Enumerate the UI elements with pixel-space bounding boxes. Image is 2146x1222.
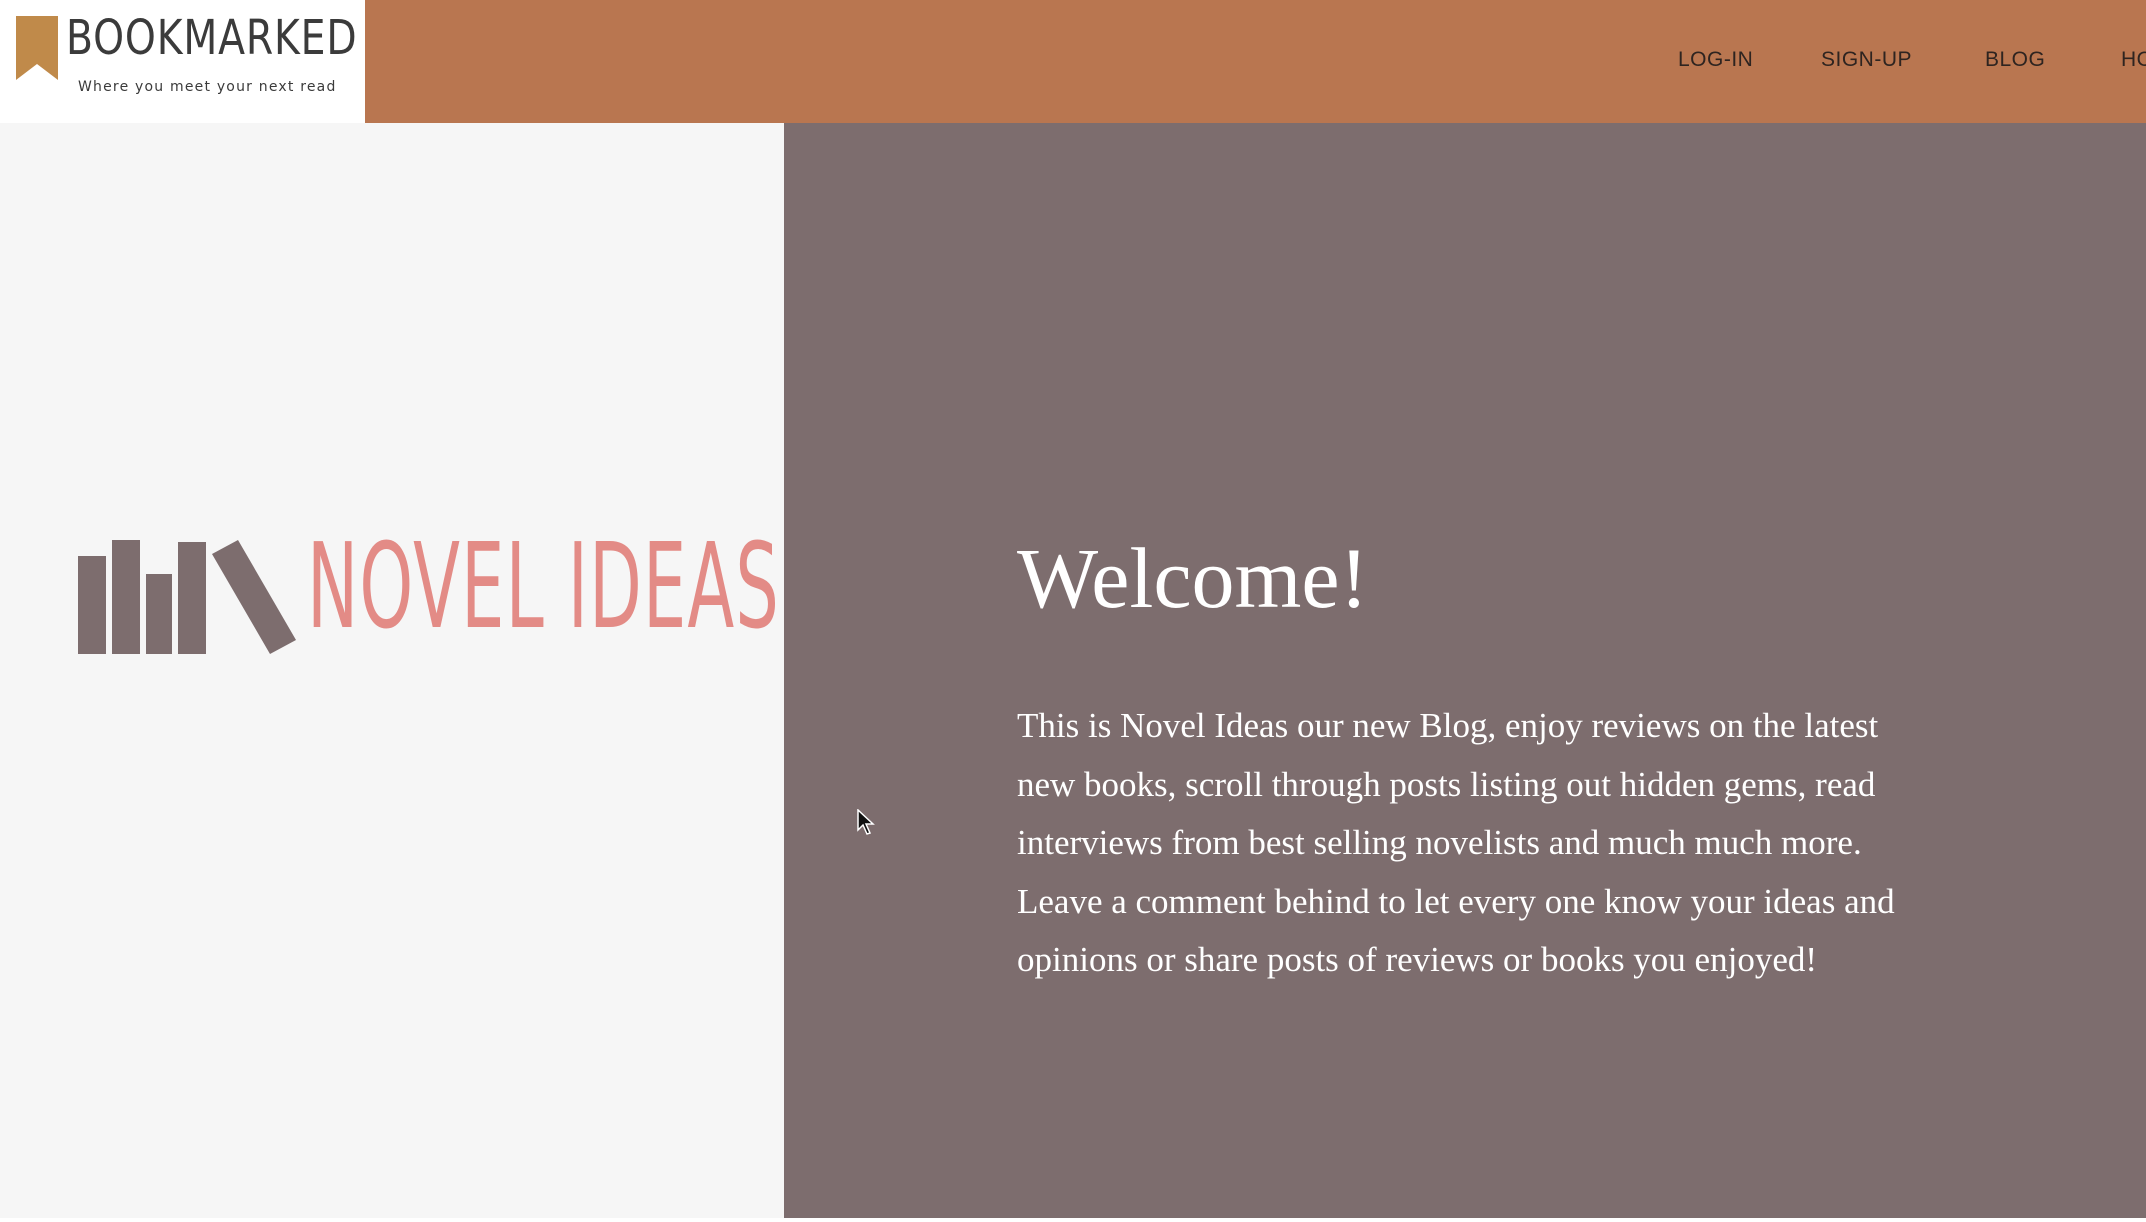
welcome-text-line: opinions or share posts of reviews or bo… [1017, 940, 1818, 979]
site-header: BOOKMARKED Where you meet your next read… [0, 0, 2146, 123]
mouse-cursor-icon [857, 809, 875, 835]
welcome-text-line: This is Novel Ideas our new Blog, enjoy … [1017, 706, 1879, 745]
nav-home-link[interactable]: HO [2121, 48, 2146, 72]
welcome-text: This is Novel Ideas our new Blog, enjoy … [1017, 697, 2027, 990]
novel-ideas-logo-text: NOVEL IDEAS [307, 517, 780, 655]
nav-signup-link[interactable]: SIGN-UP [1821, 48, 1912, 72]
main-nav: LOG-IN SIGN-UP BLOG HO [0, 0, 2146, 123]
bookshelf-icon [78, 540, 296, 654]
welcome-text-line: interviews from best selling novelists a… [1017, 823, 1862, 862]
nav-blog-link[interactable]: BLOG [1985, 48, 2045, 72]
hero-logo-panel [0, 123, 784, 1218]
welcome-panel [784, 123, 2146, 1218]
welcome-text-line: new books, scroll through posts listing … [1017, 764, 1876, 804]
welcome-title: Welcome! [1017, 530, 1369, 626]
nav-login-link[interactable]: LOG-IN [1678, 48, 1753, 72]
page-bottom-edge [0, 1218, 2146, 1222]
welcome-text-line: Leave a comment behind to let every one … [1017, 881, 1895, 921]
